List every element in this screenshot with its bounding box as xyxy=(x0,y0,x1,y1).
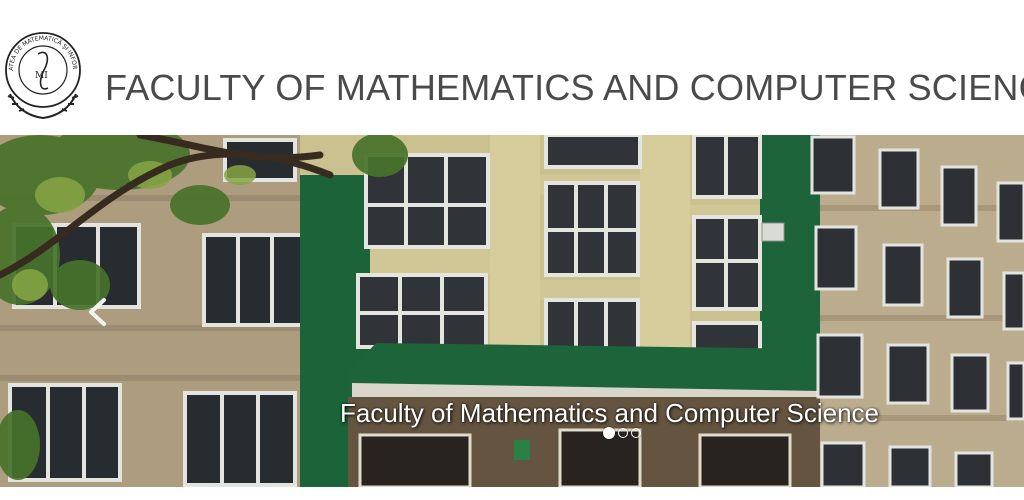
carousel-indicator-3[interactable] xyxy=(631,428,641,438)
faculty-logo[interactable]: FACULTATEA DE MATEMATICĂ ŞI INFORMATICĂ … xyxy=(2,26,84,120)
carousel-indicator-1[interactable] xyxy=(603,427,615,439)
logo-center-text: MI xyxy=(35,71,48,81)
hero-carousel[interactable]: Faculty of Mathematics and Computer Scie… xyxy=(0,135,1024,487)
site-header: FACULTATEA DE MATEMATICĂ ŞI INFORMATICĂ … xyxy=(0,0,1024,135)
chevron-left-icon[interactable] xyxy=(86,297,108,327)
slide-image-faculty-building xyxy=(0,135,1024,487)
site-title: FACULTY OF MATHEMATICS AND COMPUTER SCIE… xyxy=(105,67,1024,108)
carousel-indicators xyxy=(603,427,641,439)
carousel-indicator-2[interactable] xyxy=(618,428,628,438)
page-bottom-strip xyxy=(0,487,1024,500)
slide-caption: Faculty of Mathematics and Computer Scie… xyxy=(340,398,880,428)
